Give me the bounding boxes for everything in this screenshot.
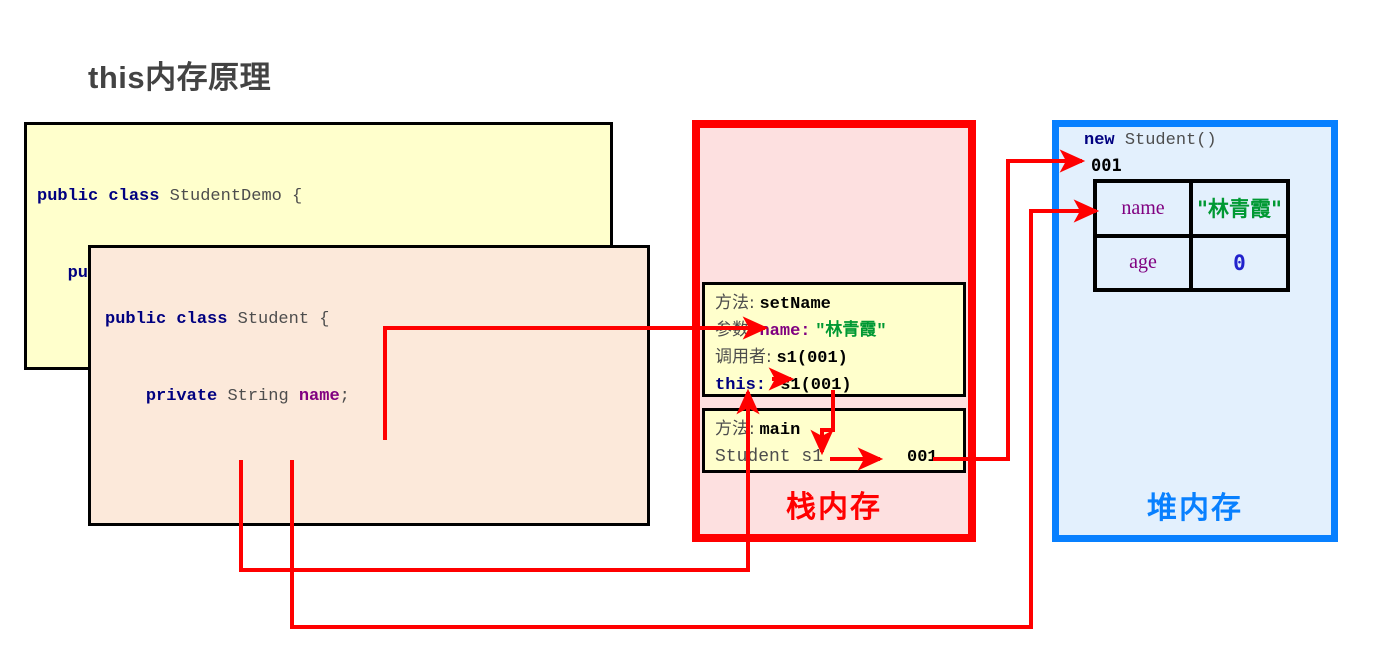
- heap-memory-label: 堆内存: [1147, 492, 1243, 525]
- page-title: this内存原理: [88, 60, 272, 95]
- heap-object-header: new Student(): [1084, 131, 1217, 150]
- frame-row-value: name:: [759, 322, 811, 341]
- code-line: private String name;: [145, 386, 350, 406]
- frame-row-key: 方法:: [715, 419, 755, 439]
- frame-row: 调用者: s1(001): [715, 344, 963, 371]
- heap-object-fields-table: name "林青霞" age 0: [1093, 179, 1290, 292]
- frame-row-value: s1(001): [780, 376, 852, 395]
- new-keyword: new: [1084, 131, 1115, 150]
- frame-row-value: 001: [907, 448, 938, 467]
- stack-memory-label: 栈内存: [786, 491, 882, 524]
- frame-row-value: s1(001): [776, 349, 848, 368]
- frame-row: 方法: setName: [715, 290, 963, 317]
- field-value: "林青霞": [1197, 197, 1282, 222]
- frame-row-extra: "林青霞": [815, 322, 887, 341]
- frame-row: this: s1(001): [715, 371, 963, 398]
- table-row: name "林青霞": [1097, 183, 1286, 238]
- field-name: name: [1097, 183, 1193, 234]
- field-name: age: [1097, 237, 1193, 288]
- frame-row-key: 调用者:: [715, 347, 772, 367]
- frame-row: 方法: main: [715, 416, 963, 443]
- field-value: 0: [1233, 250, 1246, 275]
- frame-row: 参数: name: "林青霞": [715, 317, 963, 344]
- frame-row-value: setName: [759, 295, 831, 314]
- frame-row-key: Student s1: [715, 447, 824, 467]
- frame-row: Student s1 001: [715, 443, 963, 470]
- frame-row-key: 方法:: [715, 293, 755, 313]
- heap-object-address: 001: [1091, 156, 1122, 176]
- table-row: age 0: [1097, 237, 1286, 288]
- object-type: Student(): [1124, 131, 1217, 150]
- frame-row-key: 参数:: [715, 320, 755, 340]
- frame-row-value: main: [759, 421, 801, 440]
- frame-row-key: this:: [715, 376, 767, 395]
- code-line: public class Student {: [105, 310, 330, 329]
- code-block-student: public class Student { private String na…: [88, 245, 650, 526]
- stack-frame-setname: 方法: setName 参数: name: "林青霞" 调用者: s1(001)…: [702, 282, 966, 397]
- diagram-canvas: this内存原理 public class StudentDemo { publ…: [0, 0, 1378, 650]
- stack-frame-main: 方法: main Student s1 001: [702, 408, 966, 473]
- code-line: public class StudentDemo {: [37, 187, 303, 206]
